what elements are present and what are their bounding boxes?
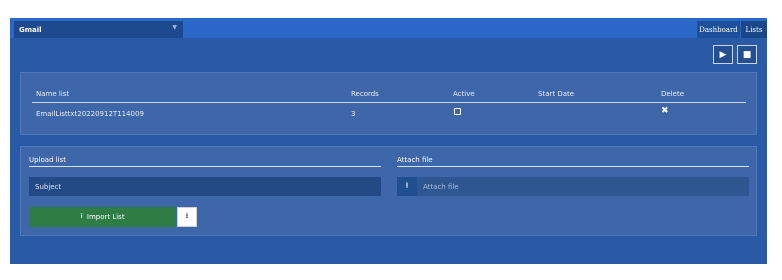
table-header-divider [32, 102, 746, 103]
upload-panel: Upload list Attach file Subject ⭱ Attach… [20, 146, 757, 236]
download-icon: ⭳ [185, 211, 189, 220]
account-select[interactable]: Gmail ▼ [14, 21, 183, 38]
upload-icon[interactable]: ⭱ [397, 177, 417, 196]
chevron-down-icon: ▼ [172, 24, 177, 31]
upload-icon: ⭱ [80, 211, 83, 220]
tab-lists[interactable]: Lists [741, 21, 767, 38]
tab-dashboard[interactable]: Dashboard [697, 21, 740, 38]
download-button[interactable]: ⭳ [177, 207, 197, 227]
account-select-value: Gmail [19, 26, 42, 34]
play-icon: ▶ [719, 49, 727, 60]
column-header-records: Records [351, 90, 379, 98]
column-header-active: Active [453, 90, 475, 98]
upload-list-label: Upload list [29, 156, 67, 164]
import-list-button[interactable]: ⭱ Import List [29, 207, 176, 227]
upload-list-underline [29, 166, 381, 167]
attach-file-placeholder: Attach file [423, 183, 459, 191]
column-header-delete: Delete [661, 90, 684, 98]
attach-file-field[interactable]: ⭱ Attach file [397, 177, 749, 196]
stop-icon: ■ [742, 49, 752, 60]
records-cell: 3 [351, 110, 356, 118]
column-header-name: Name list [36, 90, 70, 98]
subject-input[interactable]: Subject [29, 177, 381, 196]
import-list-label: Import List [86, 213, 125, 221]
times-icon[interactable]: ✖ [661, 106, 669, 116]
column-header-start-date: Start Date [538, 90, 575, 98]
active-checkbox[interactable] [454, 108, 461, 115]
attach-file-label: Attach file [397, 156, 433, 164]
play-button[interactable]: ▶ [713, 45, 733, 64]
lists-table-panel: Name list Records Active Start Date Dele… [20, 72, 757, 135]
top-bar: Gmail ▼ Dashboard Lists [10, 18, 767, 38]
attach-file-underline [397, 166, 749, 167]
list-name-cell: EmailListtxt20220912T114009 [36, 110, 144, 118]
lists-window: Gmail ▼ Dashboard Lists ▶ ■ Name list Re… [10, 18, 767, 264]
stop-button[interactable]: ■ [737, 45, 757, 64]
